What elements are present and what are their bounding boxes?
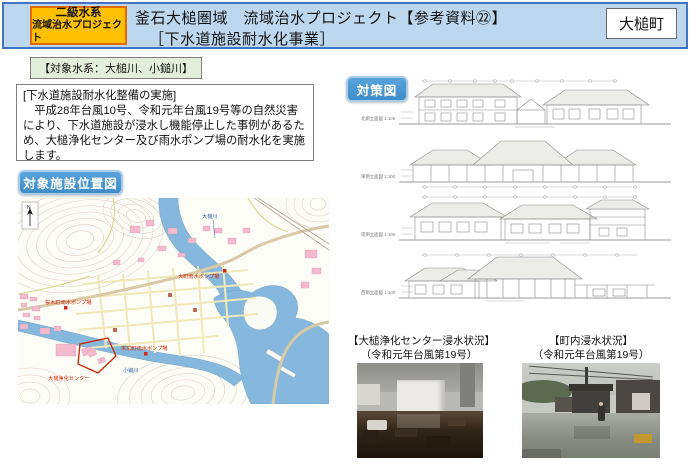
pump-suehirocho-marker xyxy=(144,352,148,356)
title-line2: ［下水道施設耐水化事業］ xyxy=(149,31,336,48)
project-description: [下水道施設耐水化整備の実施] 平成28年台風10号、令和元年台風19号等の自然… xyxy=(16,84,314,162)
title-line1: 釜石大槌圏域 流域治水プロジェクト【参考資料㉒】 xyxy=(135,10,508,27)
topographic-map: 大町雨水ポンプ場 桜木町雨水ポンプ場 末広町雨水ポンプ場 大槌浄化センター 大槌… xyxy=(0,179,351,432)
slide-page: 二級水系 流域治水プロジェクト 釜石大槌圏域 流域治水プロジェクト【参考資料㉒】… xyxy=(0,0,690,468)
elevation-drawings: 北側立面図 1:100 東側立面図 1:100 南側立面図 1:100 西側立面… xyxy=(355,74,687,306)
caption-right-line2: （令和元年台風第19号） xyxy=(532,349,650,362)
badge-line1: 二級水系 xyxy=(55,6,102,19)
photo-caption-town-flooding: 【町内浸水状況】 （令和元年台風第19号） xyxy=(512,334,670,362)
elevation-2-label: 東側立面図 1:100 xyxy=(361,173,396,180)
river-otsuchi-label: 大槌川 xyxy=(202,212,218,220)
pump-omachi-label: 大町雨水ポンプ場 xyxy=(178,272,219,280)
pump-sakuragicho-label: 桜木町雨水ポンプ場 xyxy=(45,298,92,306)
header-band: 二級水系 流域治水プロジェクト 釜石大槌圏域 流域治水プロジェクト【参考資料㉒】… xyxy=(2,2,688,49)
elevation-3-label: 南側立面図 1:100 xyxy=(361,231,396,238)
flooded-interior-photo xyxy=(357,363,483,458)
location-map-section-label: 対象施設位置図 xyxy=(18,170,123,195)
north-arrow: N xyxy=(21,201,39,230)
description-heading: [下水道施設耐水化整備の実施] xyxy=(23,90,177,102)
caption-left-line2: （令和元年台風第19号） xyxy=(360,349,478,362)
caption-left-line1: 【大槌浄化センター浸水状況】 xyxy=(348,335,495,347)
elevation-drawing-4: 西側立面図 1:100 xyxy=(361,253,671,302)
page-title: 釜石大槌圏域 流域治水プロジェクト【参考資料㉒】 ［下水道施設耐水化事業］ xyxy=(135,7,507,49)
river-kozuchi-label: 小鎚川 xyxy=(123,366,139,374)
elevation-4-label: 西側立面図 1:100 xyxy=(361,289,396,296)
countermeasure-section-label: 対策図 xyxy=(346,76,408,102)
target-waters-label: 【対象水系：大槌川、小鎚川】 xyxy=(30,57,202,79)
description-body: 平成28年台風10号、令和元年台風19号等の自然災害により、下水道施設が浸水し機… xyxy=(23,104,306,162)
municipality-box: 大槌町 xyxy=(605,8,677,39)
elevation-drawing-3: 南側立面図 1:100 xyxy=(361,195,671,244)
project-badge: 二級水系 流域治水プロジェクト xyxy=(30,6,127,45)
caption-right-line1: 【町内浸水状況】 xyxy=(549,335,633,347)
elevation-1-label: 北側立面図 1:100 xyxy=(361,115,396,122)
pump-omachi-marker xyxy=(223,269,227,273)
pump-suehirocho-label: 末広町雨水ポンプ場 xyxy=(121,344,168,352)
flooded-street-photo xyxy=(522,363,660,458)
badge-line2: 流域治水プロジェクト xyxy=(32,20,122,44)
elevation-drawing-2: 東側立面図 1:100 xyxy=(361,140,671,189)
location-map: 大町雨水ポンプ場 桜木町雨水ポンプ場 末広町雨水ポンプ場 大槌浄化センター 大槌… xyxy=(0,179,351,432)
purification-center-label: 大槌浄化センター xyxy=(48,374,90,382)
pump-sakuragicho-marker xyxy=(64,306,68,310)
photo-caption-purification-center: 【大槌浄化センター浸水状況】 （令和元年台風第19号） xyxy=(348,334,495,362)
